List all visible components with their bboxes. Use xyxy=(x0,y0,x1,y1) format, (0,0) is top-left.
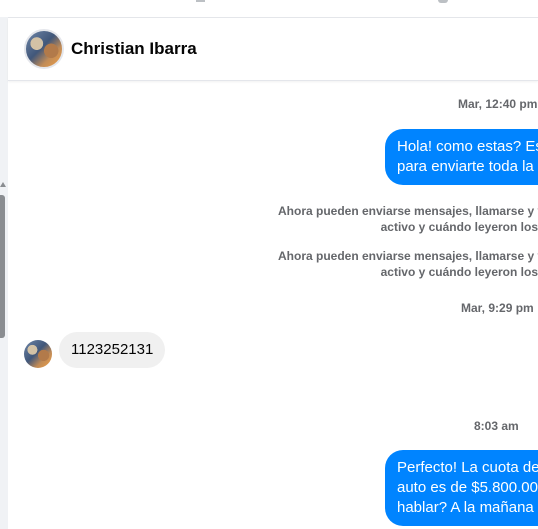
notice-line: activo y cuándo leyeron los xyxy=(380,265,538,279)
timestamp: Mar, 9:29 pm xyxy=(461,301,534,315)
system-notice: Ahora pueden enviarse mensajes, llamarse… xyxy=(278,248,538,280)
system-notice: Ahora pueden enviarse mensajes, llamarse… xyxy=(278,203,538,235)
message-line: auto es de $5.800.000 xyxy=(397,479,538,496)
incoming-message[interactable]: 1123252131 xyxy=(59,332,166,368)
timestamp: Mar, 12:40 pm xyxy=(458,97,538,111)
notice-line: Ahora pueden enviarse mensajes, llamarse… xyxy=(278,249,538,263)
message-line: para enviarte toda la xyxy=(397,158,534,175)
scroll-up-arrow-icon[interactable] xyxy=(0,182,6,187)
outgoing-message[interactable]: Perfecto! La cuota des auto es de $5.800… xyxy=(385,450,538,526)
messenger-window: Christian Ibarra Mar, 12:40 pm Hola! com… xyxy=(0,0,538,529)
message-line: Hola! como estas? Es xyxy=(397,138,538,155)
outgoing-message[interactable]: Hola! como estas? Es para enviarte toda … xyxy=(385,129,538,185)
scrollbar-thumb[interactable] xyxy=(0,195,5,338)
message-line: hablar? A la mañana c xyxy=(397,499,538,516)
message-line: Perfecto! La cuota des xyxy=(397,459,538,476)
toolbar-fragment-icon xyxy=(196,0,205,2)
notice-line: activo y cuándo leyeron los xyxy=(380,220,538,234)
toolbar-fragment-icon xyxy=(438,0,448,3)
notice-line: Ahora pueden enviarse mensajes, llamarse… xyxy=(278,204,538,218)
chat-header: Christian Ibarra xyxy=(8,18,538,81)
timestamp: 8:03 am xyxy=(474,419,519,433)
contact-avatar-icon[interactable] xyxy=(24,340,52,368)
contact-avatar-icon[interactable] xyxy=(24,29,64,69)
chat-panel: Christian Ibarra Mar, 12:40 pm Hola! com… xyxy=(8,18,538,529)
top-toolbar-strip xyxy=(0,0,538,18)
contact-name[interactable]: Christian Ibarra xyxy=(71,39,197,59)
